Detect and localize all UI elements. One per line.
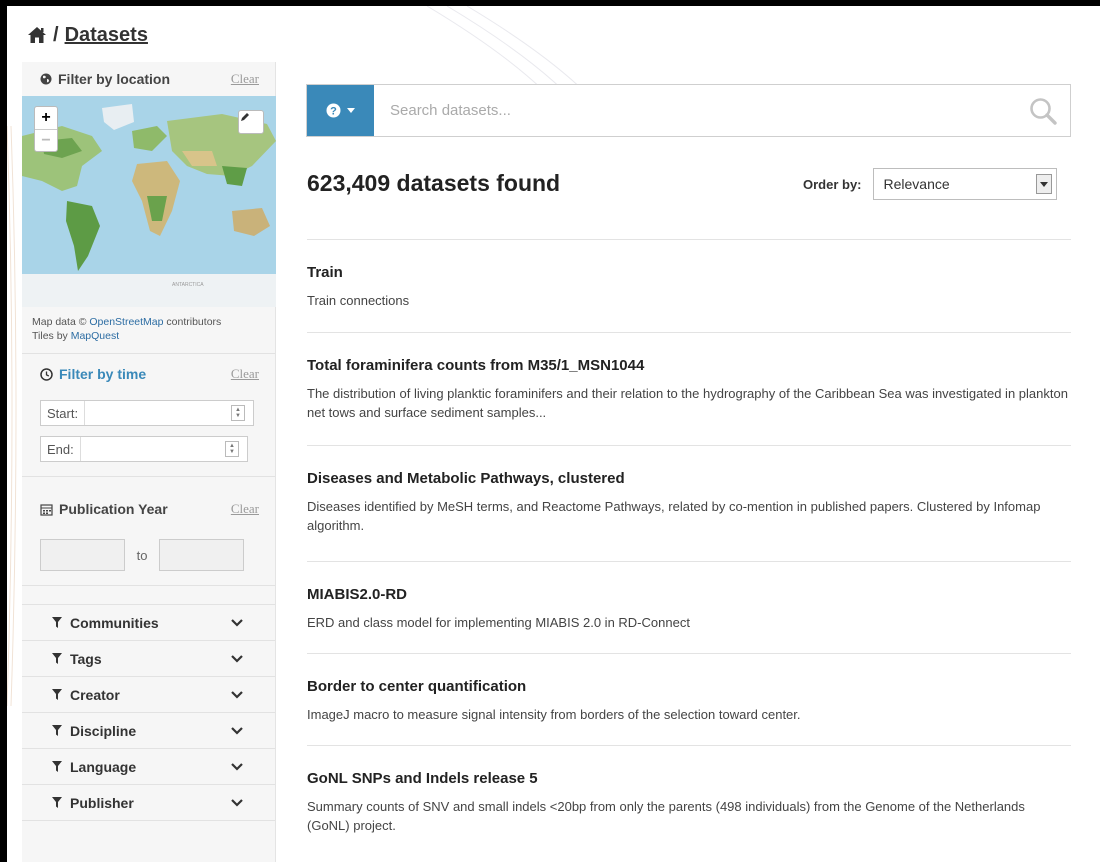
location-filter-title: Filter by location — [58, 71, 171, 87]
facet-creator[interactable]: Creator — [22, 677, 275, 713]
result-item[interactable]: Train Train connections — [307, 239, 1071, 332]
pencil-icon — [241, 113, 249, 121]
result-description: ImageJ macro to measure signal intensity… — [307, 707, 801, 722]
facet-publisher[interactable]: Publisher — [22, 785, 275, 821]
location-map[interactable]: ANTARCTICA + − — [22, 96, 276, 307]
results-list: Train Train connections Total foraminife… — [307, 239, 1071, 855]
start-spinner-icon[interactable]: ▲ ▼ — [231, 405, 245, 421]
end-spinner-icon[interactable]: ▲ ▼ — [225, 441, 239, 457]
question-circle-icon: ? — [326, 103, 341, 118]
location-filter-header: Filter by location Clear — [22, 62, 275, 96]
start-label: Start: — [41, 401, 86, 425]
chevron-down-icon — [231, 618, 243, 627]
mapquest-link[interactable]: MapQuest — [71, 330, 119, 342]
end-date-input[interactable] — [81, 437, 225, 461]
map-credit: Map data © OpenStreetMap contributors Ti… — [32, 316, 222, 342]
year-to-label: to — [136, 547, 148, 563]
result-item[interactable]: Diseases and Metabolic Pathways, cluster… — [307, 445, 1071, 561]
location-filter: Filter by location Clear ANTARCTICA + − … — [22, 62, 276, 354]
filter-icon — [52, 725, 62, 736]
result-title[interactable]: GoNL SNPs and Indels release 5 — [307, 770, 1071, 787]
map-draw-button[interactable] — [238, 110, 264, 134]
publication-year-filter: Publication Year Clear to — [22, 487, 275, 586]
antarctica-label: ANTARCTICA — [172, 282, 204, 288]
facet-list: Communities Tags Creator Discipline Lang… — [22, 604, 275, 821]
calendar-icon — [40, 503, 53, 516]
filter-icon — [52, 653, 62, 664]
facet-discipline[interactable]: Discipline — [22, 713, 275, 749]
facet-tags[interactable]: Tags — [22, 641, 275, 677]
time-filter-title: Filter by time — [59, 366, 147, 382]
filter-icon — [52, 617, 62, 628]
year-to-input[interactable] — [159, 539, 244, 571]
location-clear-link[interactable]: Clear — [231, 71, 259, 87]
search-help-button[interactable]: ? — [307, 85, 374, 136]
result-description: Summary counts of SNV and small indels <… — [307, 799, 1025, 833]
filter-icon — [52, 689, 62, 700]
time-filter: Filter by time Clear Start: ▲ ▼ End: ▲ ▼ — [22, 354, 275, 477]
publication-year-title: Publication Year — [59, 501, 168, 517]
publication-year-header: Publication Year Clear — [22, 487, 275, 531]
svg-text:?: ? — [330, 105, 337, 117]
chevron-down-icon — [231, 690, 243, 699]
result-title[interactable]: Diseases and Metabolic Pathways, cluster… — [307, 470, 1071, 487]
caret-down-icon — [347, 108, 355, 113]
results-count: 623,409 datasets found — [307, 170, 561, 196]
window-frame-top — [0, 0, 1100, 6]
result-item[interactable]: GoNL SNPs and Indels release 5 Summary c… — [307, 745, 1071, 855]
clock-icon — [40, 367, 53, 381]
home-icon[interactable] — [27, 26, 47, 44]
order-by-control: Order by: Relevance — [803, 168, 1057, 200]
chevron-down-icon — [231, 726, 243, 735]
map-zoom-control: + − — [34, 106, 58, 152]
end-label: End: — [41, 437, 81, 461]
search-button[interactable] — [1016, 85, 1070, 136]
year-clear-link[interactable]: Clear — [231, 501, 259, 517]
search-icon — [1030, 97, 1057, 125]
order-by-select[interactable]: Relevance — [872, 168, 1057, 200]
result-title[interactable]: MIABIS2.0-RD — [307, 586, 1071, 603]
result-item[interactable]: Total foraminifera counts from M35/1_MSN… — [307, 332, 1071, 445]
time-clear-link[interactable]: Clear — [231, 366, 259, 382]
result-description: Diseases identified by MeSH terms, and R… — [307, 499, 1041, 533]
end-date-field[interactable]: End: ▲ ▼ — [40, 436, 248, 462]
breadcrumb-datasets-link[interactable]: Datasets — [65, 24, 148, 47]
openstreetmap-link[interactable]: OpenStreetMap — [89, 316, 163, 328]
result-item[interactable]: Border to center quantification ImageJ m… — [307, 653, 1071, 745]
filter-sidebar: Filter by location Clear ANTARCTICA + − … — [22, 62, 276, 862]
result-item[interactable]: MIABIS2.0-RD ERD and class model for imp… — [307, 561, 1071, 653]
time-filter-header: Filter by time Clear — [22, 354, 275, 394]
select-arrow-icon[interactable] — [1035, 174, 1052, 194]
facet-language[interactable]: Language — [22, 749, 275, 785]
result-title[interactable]: Border to center quantification — [307, 678, 1071, 695]
result-description: The distribution of living planktic fora… — [307, 386, 1068, 420]
search-bar: ? — [306, 84, 1071, 137]
chevron-down-icon — [231, 798, 243, 807]
window-frame-left — [0, 0, 7, 862]
filter-icon — [52, 761, 62, 772]
chevron-down-icon — [231, 762, 243, 771]
result-title[interactable]: Train — [307, 264, 1071, 281]
breadcrumb: / Datasets — [27, 20, 148, 50]
globe-icon — [40, 73, 52, 85]
breadcrumb-separator: / — [53, 23, 59, 46]
result-title[interactable]: Total foraminifera counts from M35/1_MSN… — [307, 357, 1071, 374]
start-date-field[interactable]: Start: ▲ ▼ — [40, 400, 254, 426]
result-description: Train connections — [307, 293, 410, 308]
filter-icon — [52, 797, 62, 808]
year-from-input[interactable] — [40, 539, 125, 571]
zoom-out-button[interactable]: − — [35, 129, 57, 151]
result-description: ERD and class model for implementing MIA… — [307, 615, 690, 630]
search-input[interactable] — [374, 85, 1016, 136]
chevron-down-icon — [231, 654, 243, 663]
start-date-input[interactable] — [85, 401, 231, 425]
zoom-in-button[interactable]: + — [35, 107, 57, 129]
order-by-value: Relevance — [883, 176, 950, 192]
facet-communities[interactable]: Communities — [22, 605, 275, 641]
order-by-label: Order by: — [803, 176, 862, 192]
year-range: to — [40, 539, 275, 571]
